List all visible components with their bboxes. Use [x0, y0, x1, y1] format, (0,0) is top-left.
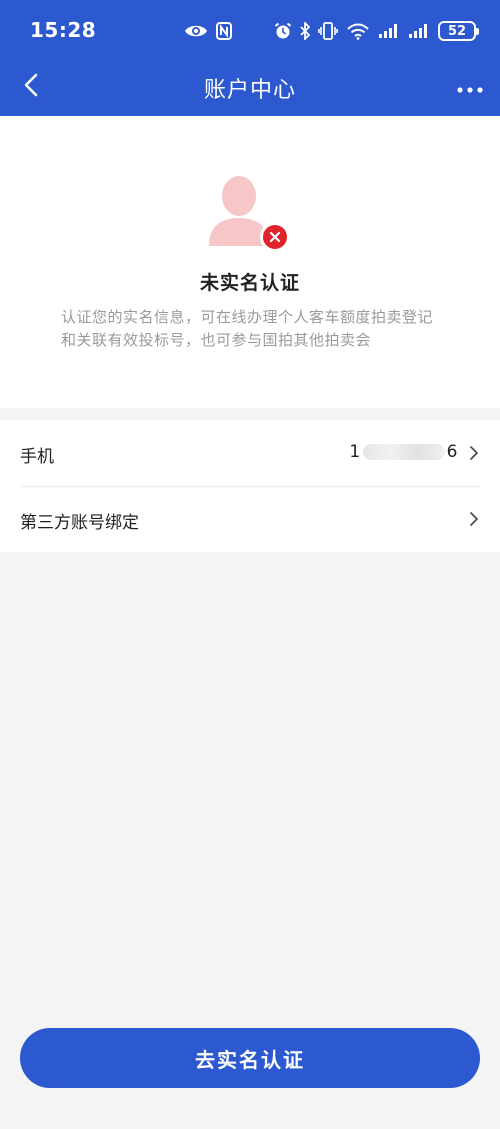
- nfc-icon: [216, 22, 232, 40]
- chevron-right-icon: [468, 510, 480, 528]
- status-time: 15:28: [30, 18, 97, 42]
- chevron-right-icon: [468, 444, 480, 462]
- verification-status-card: 未实名认证 认证您的实名信息，可在线办理个人客车额度拍卖登记和关联有效投标号，也…: [0, 116, 500, 408]
- avatar: [205, 174, 290, 258]
- bluetooth-icon: [300, 22, 310, 40]
- more-button[interactable]: [452, 70, 488, 104]
- header-area: 15:28 52 账户中心: [0, 0, 500, 116]
- list-item-phone[interactable]: 手机 16: [0, 420, 500, 486]
- eye-icon: [184, 23, 208, 39]
- status-bar: 15:28 52: [0, 0, 500, 60]
- alarm-icon: [274, 22, 292, 40]
- nav-bar: 账户中心: [0, 60, 500, 116]
- signal-icon: [378, 23, 400, 39]
- verification-description: 认证您的实名信息，可在线办理个人客车额度拍卖登记和关联有效投标号，也可参与国拍其…: [61, 308, 434, 349]
- phone-mask: [362, 444, 445, 460]
- page-title: 账户中心: [203, 78, 296, 103]
- account-settings-list: 手机 16 第三方账号绑定: [0, 420, 500, 552]
- verify-identity-button[interactable]: 去实名认证: [20, 1028, 480, 1088]
- status-icons-right: 52: [274, 18, 479, 44]
- phone-label: 手机: [20, 447, 54, 467]
- battery-icon: 52: [438, 21, 479, 41]
- third-party-binding-label: 第三方账号绑定: [20, 513, 139, 533]
- wifi-icon: [346, 22, 370, 40]
- verification-status-title: 未实名认证: [199, 272, 300, 294]
- close-x-icon: [260, 222, 290, 252]
- list-item-third-party-binding[interactable]: 第三方账号绑定: [0, 486, 500, 552]
- status-icons-left: [184, 20, 232, 42]
- more-dots-icon: [457, 78, 483, 97]
- vibrate-icon: [318, 22, 338, 40]
- phone-suffix: 6: [446, 442, 458, 462]
- signal-icon: [408, 23, 430, 39]
- phone-prefix: 1: [349, 442, 361, 462]
- phone-value: 16: [349, 442, 458, 462]
